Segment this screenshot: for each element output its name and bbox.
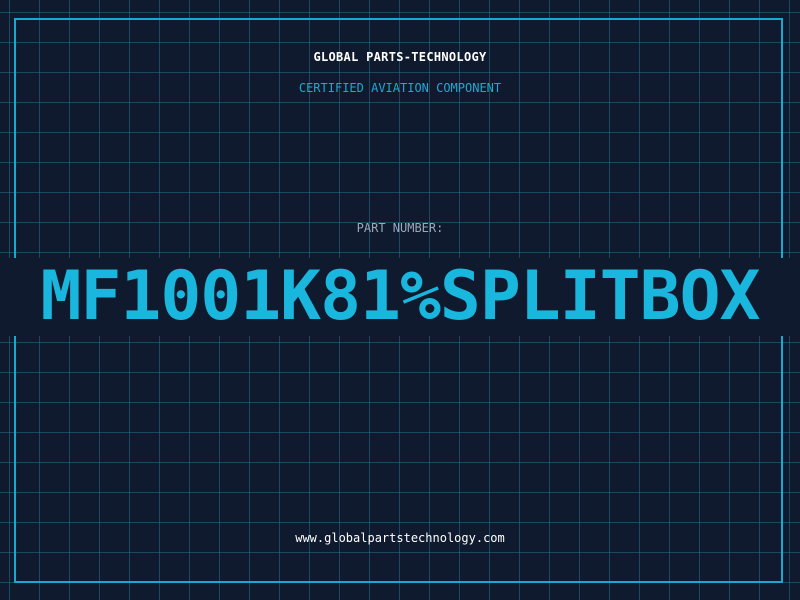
website-url: www.globalpartstechnology.com: [295, 531, 505, 545]
part-number-label: PART NUMBER:: [356, 221, 444, 235]
certification-subtitle: CERTIFIED AVIATION COMPONENT: [298, 81, 502, 95]
part-number-value: MF1001K81%SPLITBOX: [40, 257, 761, 336]
certificate-card: GLOBAL PARTS-TECHNOLOGY CERTIFIED AVIATI…: [0, 0, 800, 600]
company-name: GLOBAL PARTS-TECHNOLOGY: [313, 50, 487, 64]
